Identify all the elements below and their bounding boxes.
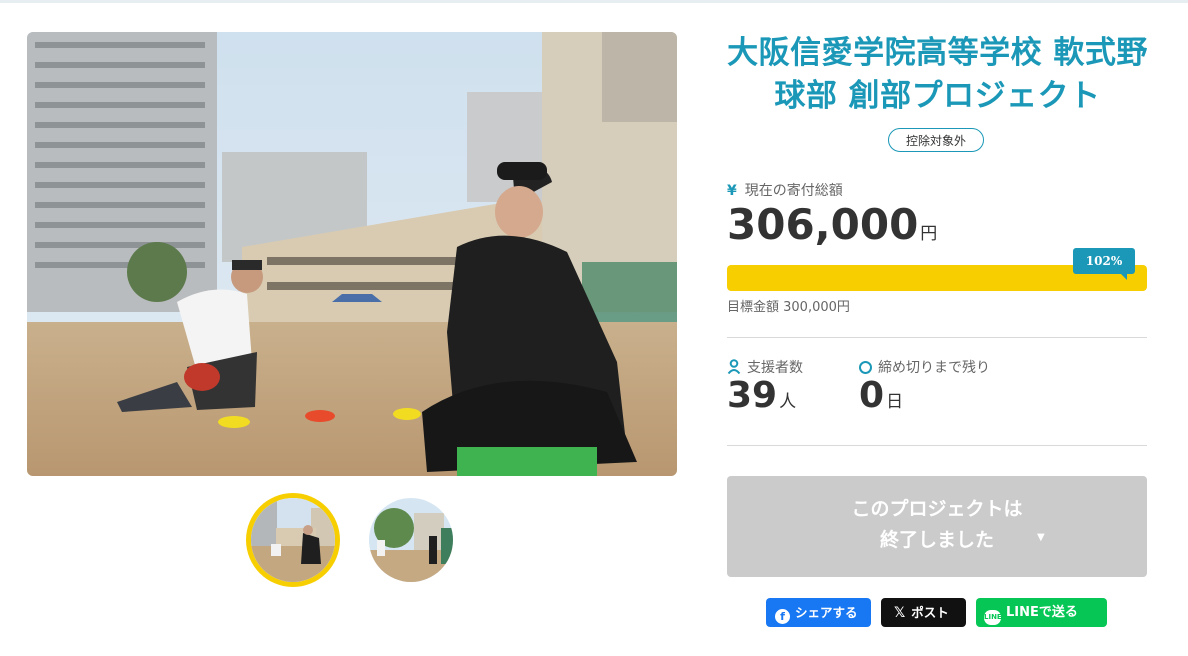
main-project-photo xyxy=(27,32,677,476)
goal-amount: 目標金額 300,000円 xyxy=(727,300,850,315)
clock-icon xyxy=(859,361,872,374)
dropdown-arrow-icon: ▼ xyxy=(1037,532,1045,543)
current-amount-label-row: ¥ 現在の寄付総額 xyxy=(727,180,843,200)
current-amount-label: 現在の寄付総額 xyxy=(744,183,843,199)
facebook-share-label: シェアする xyxy=(795,605,858,620)
supporters-label-row: 支援者数 xyxy=(727,357,803,377)
thumbnail-photo-2[interactable] xyxy=(369,498,453,582)
project-title: 大阪信愛学院高等学校 軟式野球部 創部プロジェクト xyxy=(727,35,1148,114)
divider xyxy=(727,337,1147,338)
yen-icon: ¥ xyxy=(727,183,737,199)
current-amount-value: 306,000 xyxy=(727,200,919,249)
deadline-label-row: 締め切りまで残り xyxy=(859,357,990,377)
line-share-button[interactable]: LINE LINEで送る xyxy=(976,598,1107,627)
supporters-label: 支援者数 xyxy=(747,360,803,376)
facebook-share-button[interactable]: f シェアする xyxy=(766,598,871,627)
tax-deduction-badge: 控除対象外 xyxy=(888,128,984,152)
supporters-count: 39 人 xyxy=(727,375,796,416)
divider xyxy=(727,445,1147,446)
thumbnail-photo-1[interactable] xyxy=(251,498,335,582)
supporters-count-value: 39 xyxy=(727,375,778,416)
deadline-unit: 日 xyxy=(886,392,904,412)
person-icon xyxy=(727,359,741,374)
currency-unit: 円 xyxy=(920,224,938,244)
x-post-button[interactable]: 𝕏 ポスト xyxy=(881,598,966,627)
current-amount: 306,000 円 xyxy=(727,200,937,249)
deadline-days-value: 0 xyxy=(859,375,885,416)
deadline-label: 締め切りまで残り xyxy=(878,360,990,376)
ended-line-1: このプロジェクトは xyxy=(851,498,1023,520)
ended-line-2: 終了しました xyxy=(879,529,994,551)
supporters-unit: 人 xyxy=(779,392,797,412)
top-border xyxy=(0,0,1188,3)
project-ended-button[interactable]: このプロジェクトは 終了しました ▼ xyxy=(727,476,1147,577)
facebook-icon: f xyxy=(775,609,790,624)
line-icon: LINE xyxy=(984,610,1002,625)
x-post-label: ポスト xyxy=(911,605,949,620)
deadline-days: 0日 xyxy=(859,375,903,416)
x-logo-icon: 𝕏 xyxy=(894,605,906,621)
funding-percent-badge: 102% xyxy=(1073,248,1135,280)
line-share-label: LINEで送る xyxy=(1006,605,1078,620)
